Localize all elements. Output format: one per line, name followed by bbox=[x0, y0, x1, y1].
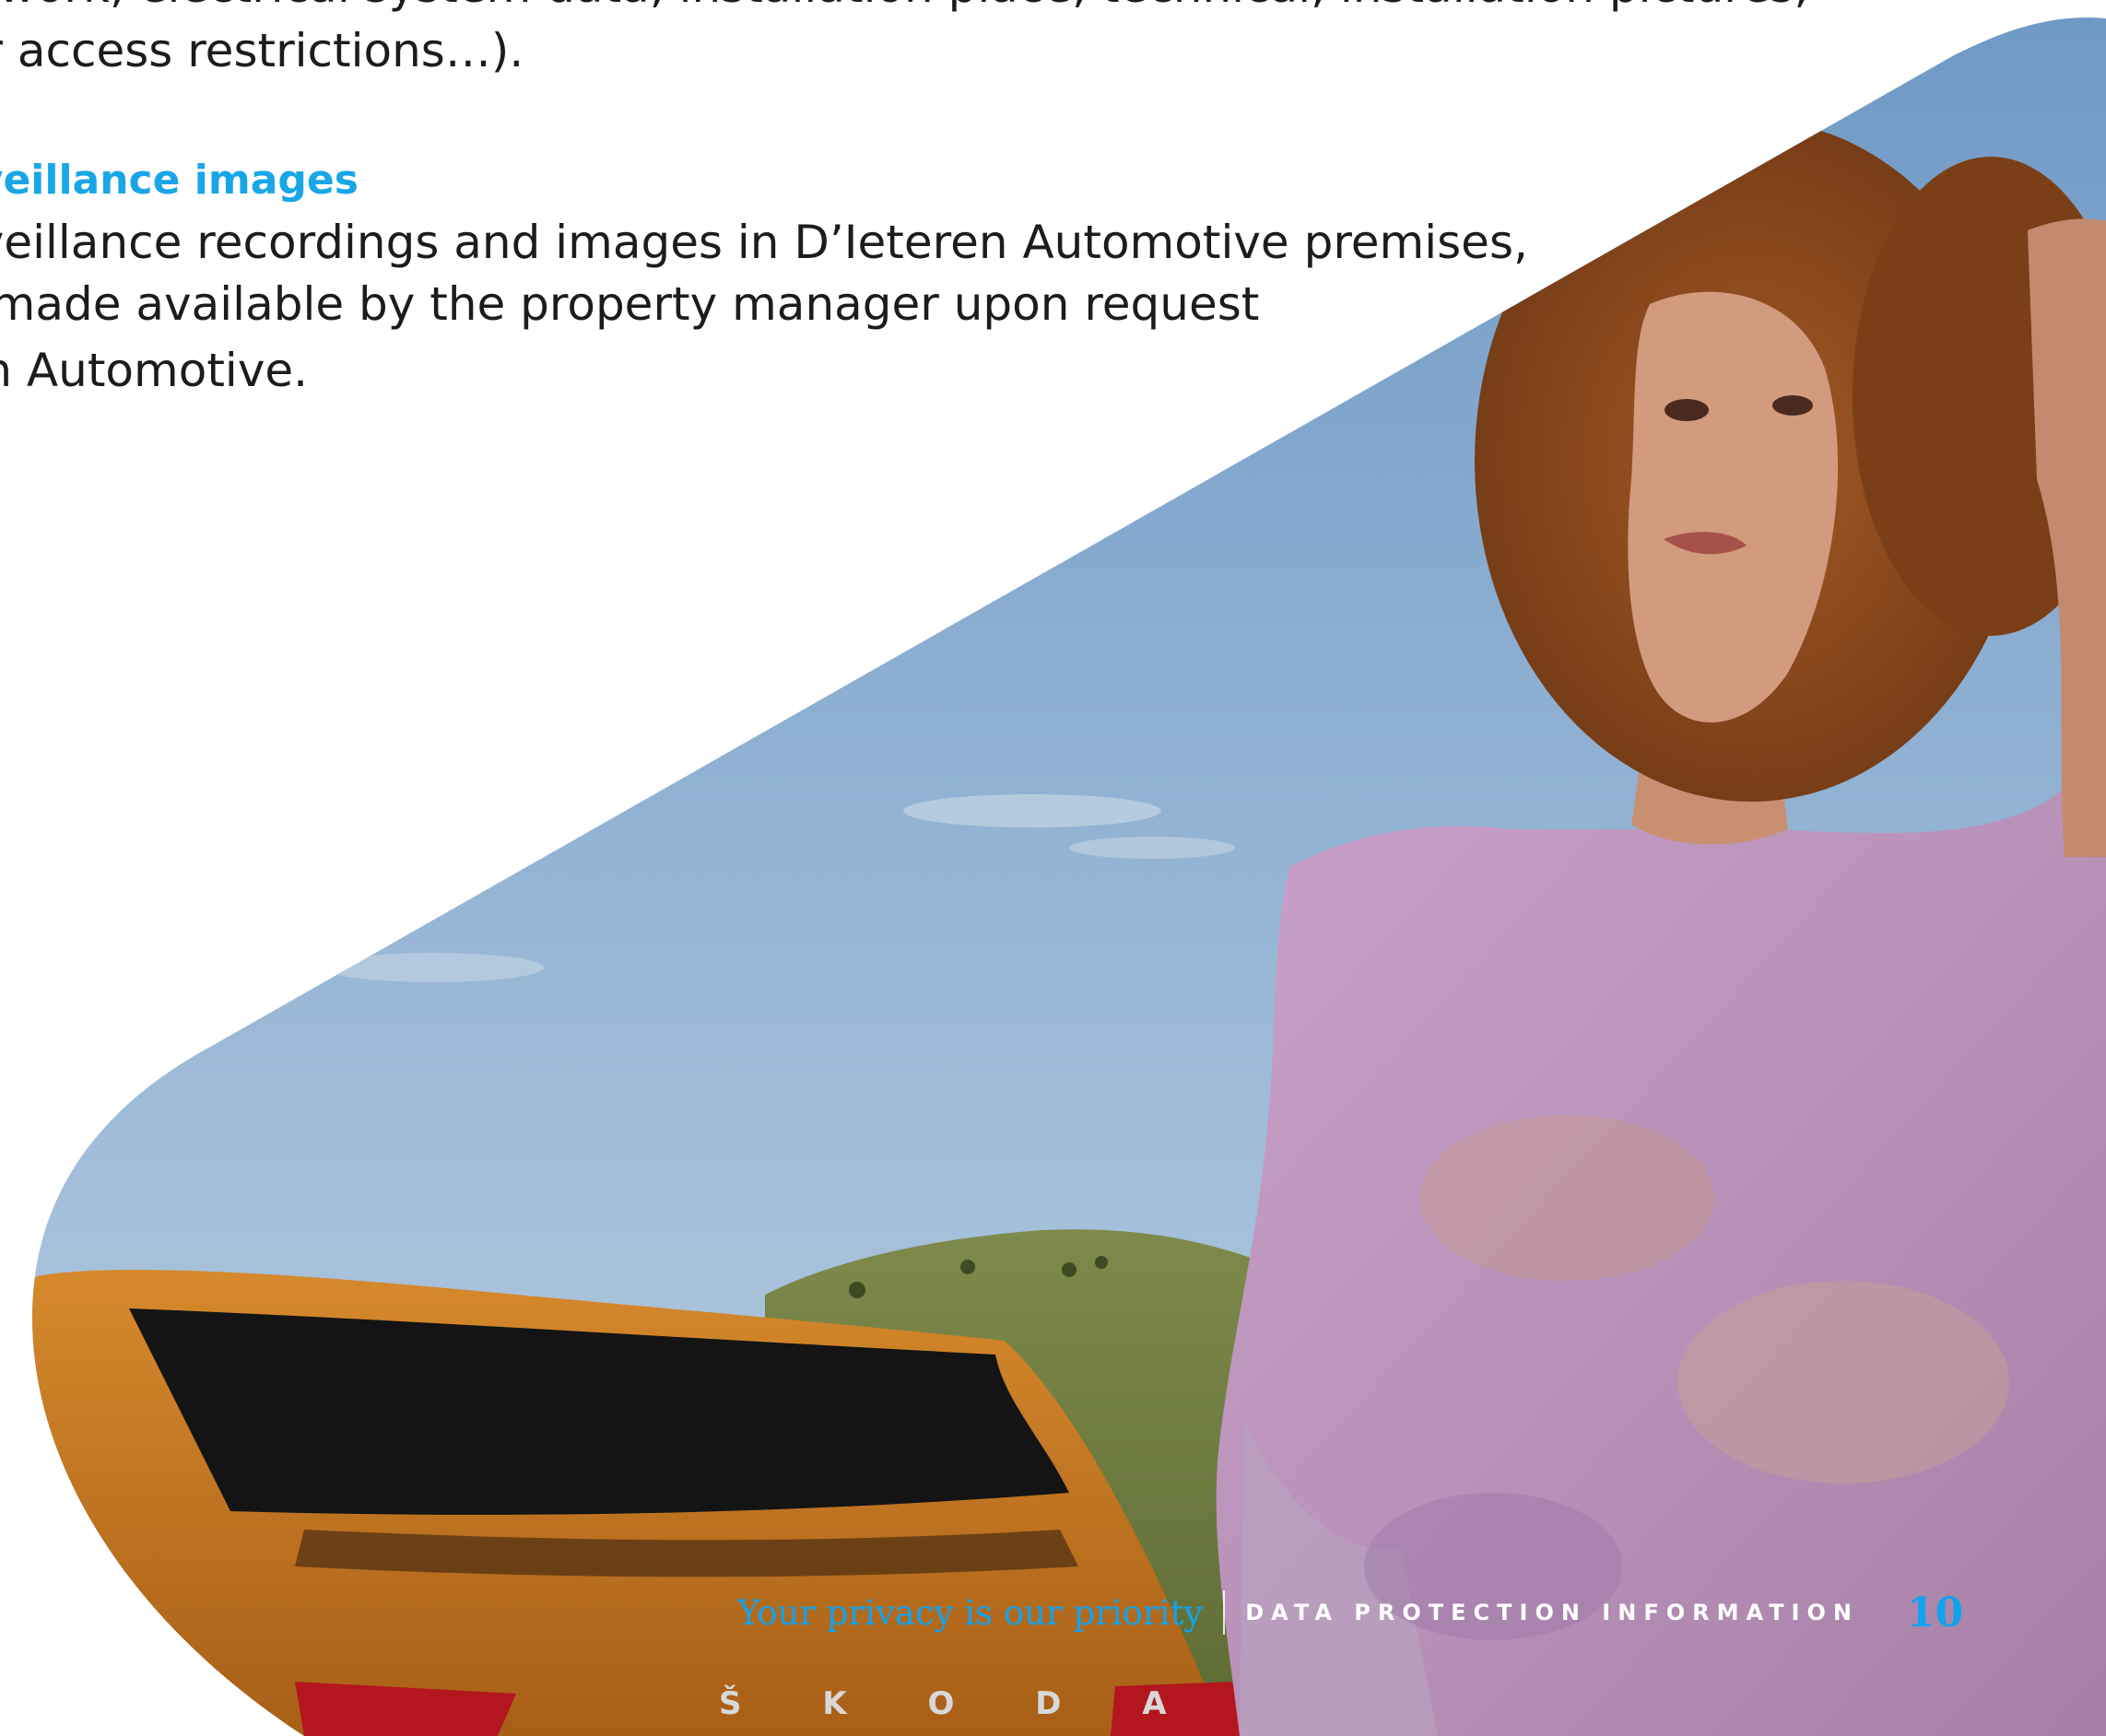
footer-divider bbox=[1223, 1590, 1226, 1635]
footer-section-title: DATA PROTECTION INFORMATION bbox=[1245, 1600, 1859, 1625]
footer-tagline: Your privacy is our priority bbox=[737, 1592, 1204, 1633]
car-badge: Š K O D A bbox=[719, 1684, 1202, 1722]
document-page: … network, electrical system data, insta… bbox=[0, 0, 2106, 1736]
page-footer: Your privacy is our priority DATA PROTEC… bbox=[737, 1585, 1963, 1640]
page-number: 10 bbox=[1906, 1589, 1964, 1636]
woman-figure bbox=[1216, 120, 2106, 1736]
hero-photo: Š K O D A bbox=[32, 18, 2106, 1736]
